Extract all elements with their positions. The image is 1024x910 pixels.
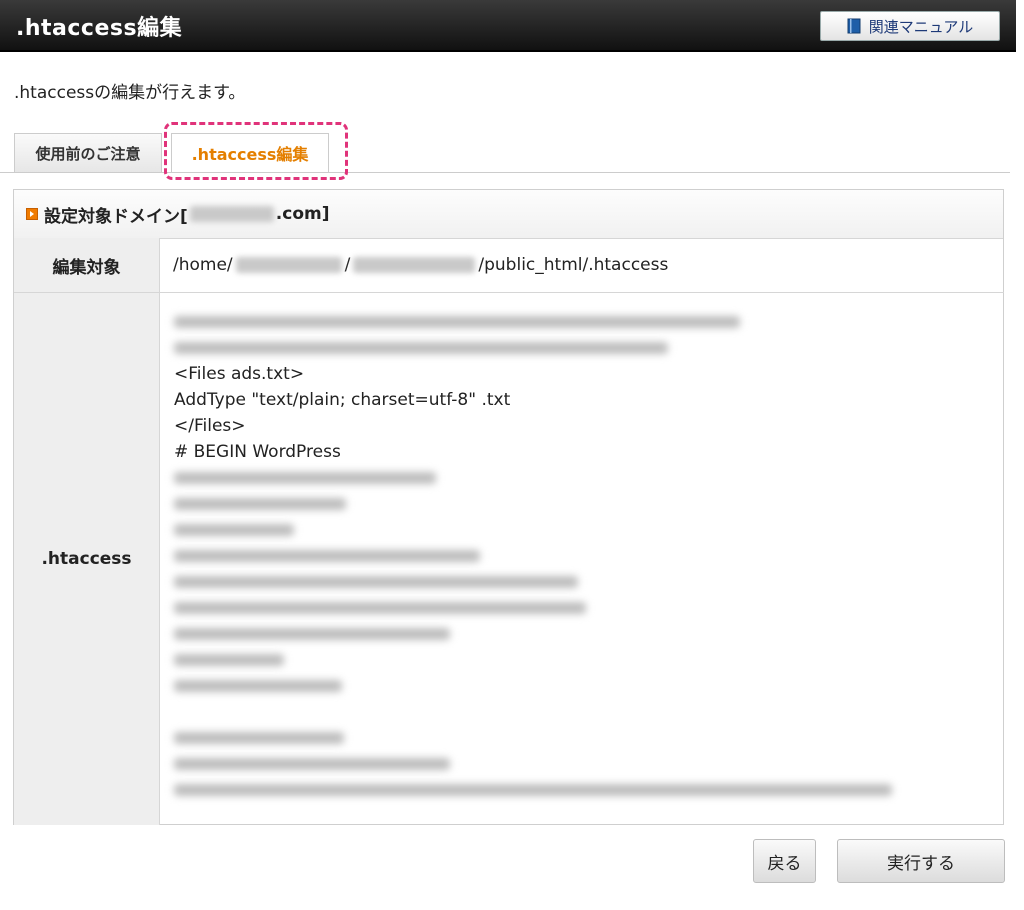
htaccess-editor[interactable]: <Files ads.txt> AddType "text/plain; cha… [160,293,1004,825]
redacted-line [174,309,1004,335]
redacted-line [174,491,1004,517]
htaccess-label: .htaccess [14,293,160,825]
bullet-arrow-icon [26,208,38,220]
redacted-line [174,673,1004,699]
domain-heading-prefix: 設定対象ドメイン[ [44,206,188,227]
path-part-home: /home/ [173,255,233,275]
editor-line: <Files ads.txt> [174,364,305,384]
page-title: .htaccess編集 [16,16,183,41]
redacted-line [174,569,1004,595]
page-header-bar: .htaccess編集 関連マニュアル [0,0,1016,52]
back-button[interactable]: 戻る [753,839,816,883]
redacted-line [174,335,1004,361]
tab-highlight-annotation [164,122,348,180]
redacted-line [174,647,1004,673]
redacted-username [235,257,342,273]
related-manual-label: 関連マニュアル [868,17,974,36]
intro-text: .htaccessの編集が行えます。 [14,83,246,103]
redacted-domain [189,206,274,222]
domain-heading-suffix: .com] [275,204,330,224]
redacted-line [174,621,1004,647]
redacted-line [174,725,1004,751]
tab-notice[interactable]: 使用前のご注意 [14,133,162,173]
related-manual-button[interactable]: 関連マニュアル [820,11,1000,41]
path-part-public: /public_html/.htaccess [478,255,669,275]
redacted-line [174,465,1004,491]
editor-line: AddType "text/plain; charset=utf-8" .txt [174,390,511,410]
domain-heading: 設定対象ドメイン[ .com] [14,190,1003,239]
edit-target-path: /home/ / /public_html/.htaccess [160,238,1004,293]
redacted-line [174,595,1004,621]
tab-notice-label: 使用前のご注意 [35,145,141,163]
redacted-domain-path [353,257,476,273]
redacted-line [174,777,1004,803]
tab-divider [0,172,1010,173]
execute-button[interactable]: 実行する [837,839,1005,883]
redacted-line [174,751,1004,777]
editor-line: </Files> [174,416,246,436]
redacted-line [174,543,1004,569]
book-icon [847,18,861,34]
editor-line: # BEGIN WordPress [174,442,341,462]
edit-target-label: 編集対象 [14,238,160,293]
redacted-line [174,517,1004,543]
path-part-separator: / [344,255,351,275]
settings-panel: 設定対象ドメイン[ .com] 編集対象 /home/ / /public_ht… [13,189,1004,825]
